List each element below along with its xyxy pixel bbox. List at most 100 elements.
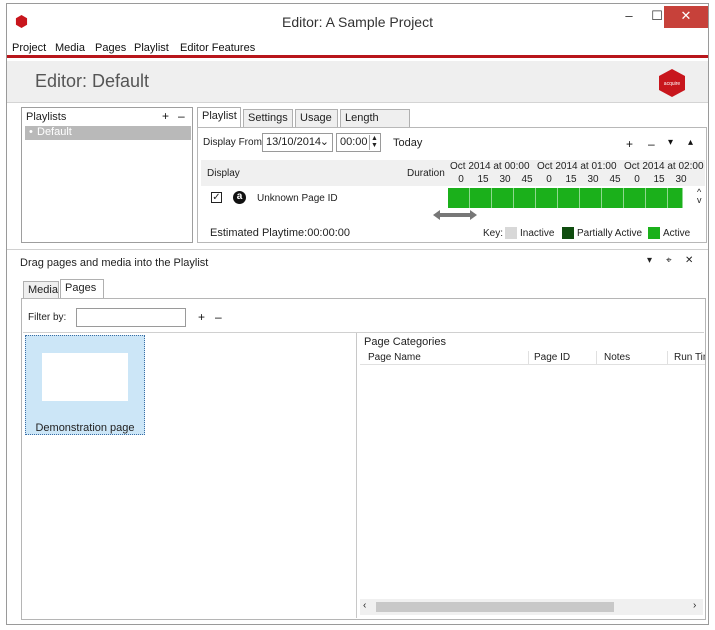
row-scroll-icon[interactable]: ^ v (697, 188, 702, 205)
title-bar: Editor: A Sample Project – ☐ ✕ (7, 4, 708, 40)
panel-dropdown-button[interactable]: ▾ (647, 255, 652, 266)
timeline-row[interactable]: ✓ a Unknown Page ID ^ v (201, 188, 705, 210)
scroll-right-icon[interactable]: › (693, 600, 696, 611)
playlist-item-default[interactable]: • Default (25, 126, 191, 140)
page-categories-panel: Page Categories Page Name Page ID Notes … (358, 333, 705, 618)
remove-playlist-button[interactable]: – (178, 109, 185, 123)
resize-handle-icon[interactable] (433, 210, 477, 220)
timeline-segment[interactable] (470, 188, 492, 208)
col-page-name[interactable]: Page Name (368, 352, 421, 363)
timeline-segment[interactable] (514, 188, 536, 208)
zoom-in-button[interactable]: + (626, 137, 633, 151)
timeline-segment[interactable] (624, 188, 646, 208)
window-title: Editor: A Sample Project (282, 14, 433, 30)
scroll-left-icon[interactable]: ‹ (363, 600, 366, 611)
col-display: Display (207, 168, 240, 179)
filter-input[interactable] (76, 308, 186, 327)
display-from-label: Display From: (203, 137, 265, 148)
drag-panel-title: Drag pages and media into the Playlist (20, 257, 209, 269)
col-run-time[interactable]: Run Tim (674, 352, 705, 363)
move-down-button[interactable]: ▾ (668, 137, 673, 148)
categories-title: Page Categories (364, 336, 446, 348)
menu-pages[interactable]: Pages (95, 42, 126, 54)
col-duration: Duration (407, 168, 445, 179)
row-checkbox[interactable]: ✓ (211, 192, 222, 203)
timeline-segment[interactable] (580, 188, 602, 208)
minute-tick-label: 45 (521, 174, 533, 185)
timeline-segment[interactable] (492, 188, 514, 208)
acquire-logo-icon: acquire (659, 69, 685, 97)
row-page-name: Unknown Page ID (257, 193, 338, 204)
filter-label: Filter by: (28, 312, 67, 323)
key-partial-swatch (562, 227, 574, 239)
page-title: Editor: Default (35, 71, 150, 91)
timeline-header: Display Duration Oct 2014 at 00:00 Oct 2… (201, 160, 705, 186)
minute-ticks: 0 15 30 45 0 15 30 45 0 15 30 (448, 174, 705, 186)
key-label: Key: (483, 228, 504, 239)
minute-tick-label: 15 (653, 174, 665, 185)
page-tile-demonstration[interactable]: Demonstration page (25, 335, 145, 435)
panel-pin-button[interactable]: ⌖ (666, 255, 672, 266)
menu-project[interactable]: Project (12, 42, 46, 54)
minute-tick-label: 45 (609, 174, 621, 185)
timeline-segment[interactable] (646, 188, 668, 208)
hour-label-0: Oct 2014 at 00:00 (450, 161, 530, 172)
timeline-segment[interactable] (536, 188, 558, 208)
minute-tick-label: 30 (587, 174, 599, 185)
tab-pages[interactable]: Pages (60, 279, 104, 299)
tab-settings[interactable]: Settings (243, 109, 293, 127)
page-thumbnail (42, 353, 128, 401)
tab-usage[interactable]: Usage (295, 109, 338, 127)
hour-label-1: Oct 2014 at 01:00 (537, 161, 617, 172)
tab-playlist[interactable]: Playlist (197, 107, 241, 127)
display-from-time[interactable]: 00:00 ▲ ▼ (336, 133, 381, 152)
display-from-date[interactable]: 13/10/2014 ⌄ (262, 133, 333, 152)
minute-tick-label: 30 (675, 174, 687, 185)
menu-editor-features[interactable]: Editor Features (180, 42, 255, 54)
library-panel: Filter by: + – Demonstration page Page C… (21, 298, 706, 620)
menu-bar: Project Media Pages Playlist Editor Feat… (7, 40, 708, 58)
page-tile-label: Demonstration page (35, 422, 135, 434)
timeline-segment[interactable] (558, 188, 580, 208)
remove-page-button[interactable]: – (215, 310, 222, 324)
tab-media[interactable]: Media (23, 281, 59, 299)
minute-tick-label: 30 (499, 174, 511, 185)
playlists-panel: Playlists + – • Default (21, 107, 193, 243)
library-tab-strip: Media Pages (21, 279, 141, 299)
pages-tile-area: Demonstration page (23, 333, 357, 618)
drag-panel-header: Drag pages and media into the Playlist ▾… (7, 249, 708, 273)
playlists-title: Playlists (26, 111, 67, 123)
active-timeline-bar[interactable] (448, 188, 698, 208)
timeline-segment[interactable] (602, 188, 624, 208)
playlist-panel: Display From: 13/10/2014 ⌄ 00:00 ▲ ▼ Today… (197, 127, 707, 243)
horizontal-scrollbar[interactable]: ‹ › (360, 599, 703, 615)
zoom-out-button[interactable]: – (648, 137, 655, 151)
time-spinner[interactable]: ▲ ▼ (369, 135, 379, 150)
col-page-id[interactable]: Page ID (534, 352, 570, 363)
timeline-segment[interactable] (668, 188, 683, 208)
minute-tick-label: 0 (458, 174, 464, 185)
add-playlist-button[interactable]: + (162, 109, 169, 123)
menu-media[interactable]: Media (55, 42, 85, 54)
key-partial-label: Partially Active (577, 228, 643, 239)
add-page-button[interactable]: + (198, 310, 205, 324)
minute-tick-label: 0 (546, 174, 552, 185)
categories-column-header: Page Name Page ID Notes Run Tim (360, 351, 705, 365)
app-window: Editor: A Sample Project – ☐ ✕ Project M… (6, 3, 709, 625)
tab-length-rules[interactable]: Length Rules (340, 109, 410, 140)
today-button[interactable]: Today (393, 137, 422, 149)
svg-text:acquire: acquire (664, 81, 681, 87)
scrollbar-thumb[interactable] (376, 602, 614, 612)
hour-label-2: Oct 2014 at 02:00 (624, 161, 704, 172)
panel-close-button[interactable]: ✕ (685, 255, 693, 266)
col-notes[interactable]: Notes (604, 352, 630, 363)
key-inactive-label: Inactive (520, 228, 555, 239)
timeline-segment[interactable] (448, 188, 470, 208)
page-badge-icon: a (233, 191, 246, 204)
minute-tick-label: 0 (634, 174, 640, 185)
minimize-button[interactable]: – (617, 6, 641, 28)
close-button[interactable]: ✕ (664, 6, 708, 28)
menu-playlist[interactable]: Playlist (134, 42, 169, 54)
playlist-tab-strip: Playlist Settings Usage Length Rules (197, 107, 707, 140)
move-up-button[interactable]: ▴ (688, 137, 693, 148)
